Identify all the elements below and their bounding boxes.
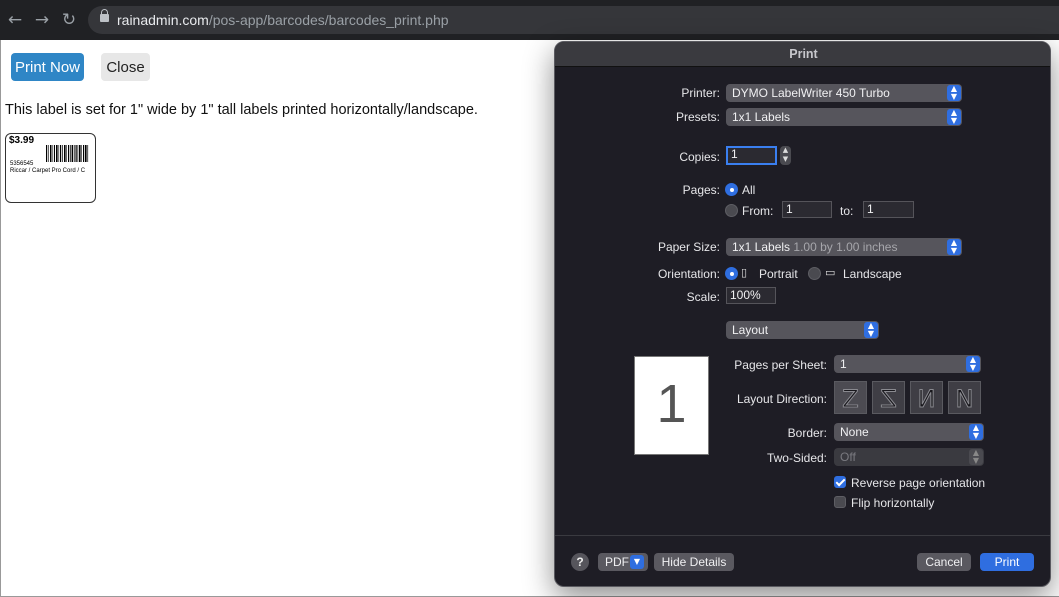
section-value: Layout [732,323,769,337]
preview-page-number: 1 [656,374,687,434]
layout-direction-reverse-n-button[interactable]: N [948,381,981,414]
presets-select[interactable]: 1x1 Labels ▲ ▼ [726,108,962,126]
layout-direction-reverse-z-button[interactable]: Z [872,381,905,414]
orientation-landscape-radio[interactable] [808,267,821,280]
pages-all-radio[interactable] [725,183,738,196]
copies-stepper[interactable]: ▲ ▼ [780,146,791,165]
print-dialog: Print Printer: DYMO LabelWriter 450 Turb… [554,41,1051,587]
two-sided-select[interactable]: Off ▲ ▼ [834,448,984,466]
portrait-icon: ▯ [741,266,748,279]
border-label: Border: [787,426,827,440]
pages-from-input[interactable]: 1 [782,201,832,218]
layout-z-icon: Z [842,385,859,414]
reverse-orientation-label: Reverse page orientation [851,476,986,490]
reverse-orientation-checkbox[interactable] [834,476,846,488]
pages-per-sheet-select[interactable]: 1 ▲ ▼ [834,355,981,373]
layout-reverse-n-icon: N [917,385,936,414]
printer-value: DYMO LabelWriter 450 Turbo [732,86,890,100]
printer-label: Printer: [681,86,720,100]
chevron-down-icon: ▼ [630,555,644,569]
pages-to-input[interactable]: 1 [863,201,914,218]
label-product-name: Riccar / Carpet Pro Cord / C [10,168,86,174]
flip-horizontally-label: Flip horizontally [851,496,935,510]
presets-value: 1x1 Labels [732,110,791,124]
pages-to-label: to: [840,204,854,218]
updown-chevron-icon: ▲ ▼ [969,424,983,440]
paper-size-select[interactable]: 1x1 Labels 1.00 by 1.00 inches ▲ ▼ [726,238,962,256]
url-text[interactable]: rainadmin.com/pos-app/barcodes/barcodes_… [117,12,449,28]
hide-details-button[interactable]: Hide Details [654,553,734,571]
dialog-titlebar: Print [555,42,1050,67]
close-button[interactable]: Close [101,53,150,81]
pages-per-sheet-value: 1 [840,357,847,371]
layout-direction-label: Layout Direction: [736,392,827,406]
pages-range-radio[interactable] [725,204,738,217]
layout-direction-n-button[interactable]: N [910,381,943,414]
browser-toolbar: ← → ↻ rainadmin.com/pos-app/barcodes/bar… [0,0,1059,40]
updown-chevron-icon: ▲ ▼ [969,449,983,465]
reload-icon[interactable]: ↻ [58,8,80,32]
url-domain: rainadmin.com [117,12,209,28]
print-now-button[interactable]: Print Now [11,53,84,81]
copies-input[interactable]: 1 [726,146,777,165]
section-select[interactable]: Layout ▲ ▼ [726,321,879,339]
forward-arrow-icon[interactable]: → [31,8,53,32]
layout-reverse-z-icon: Z [880,385,897,414]
pages-label: Pages: [682,183,720,197]
layout-n-icon: N [955,385,974,414]
orientation-landscape-label: Landscape [843,267,902,281]
pages-per-sheet-label: Pages per Sheet: [734,358,827,372]
pdf-label: PDF [605,555,629,569]
printer-select[interactable]: DYMO LabelWriter 450 Turbo ▲ ▼ [726,84,962,102]
url-path: /pos-app/barcodes/barcodes_print.php [208,12,449,28]
scale-input[interactable]: 100% [726,287,776,304]
updown-chevron-icon: ▲ ▼ [947,239,961,255]
orientation-label: Orientation: [657,267,720,281]
paper-size-value: 1x1 Labels [732,240,791,254]
copies-label: Copies: [679,150,720,164]
help-button[interactable]: ? [571,553,589,571]
page-preview: 1 [634,356,709,455]
border-select[interactable]: None ▲ ▼ [834,423,984,441]
border-value: None [840,425,869,439]
back-arrow-icon[interactable]: ← [4,8,26,32]
flip-horizontally-checkbox[interactable] [834,496,846,508]
footer-divider [555,535,1050,536]
print-button[interactable]: Print [980,553,1034,571]
paper-size-detail: 1.00 by 1.00 inches [793,240,898,254]
layout-direction-z-button[interactable]: Z [834,381,867,414]
updown-chevron-icon: ▲ ▼ [947,109,961,125]
two-sided-value: Off [840,450,856,464]
orientation-portrait-label: Portrait [759,267,798,281]
presets-label: Presets: [675,110,720,124]
orientation-portrait-radio[interactable] [725,267,738,280]
paper-size-label: Paper Size: [657,240,720,254]
landscape-icon: ▭ [825,266,836,279]
label-sku: 5356545 [10,161,34,167]
barcode-label: $3.99 5356545 Riccar / Carpet Pro Cord /… [5,133,96,203]
updown-chevron-icon: ▲ ▼ [966,356,980,372]
updown-chevron-icon: ▲ ▼ [947,85,961,101]
pages-all-label: All [742,183,756,197]
cancel-button[interactable]: Cancel [917,553,971,571]
two-sided-label: Two-Sided: [766,451,827,465]
label-description: This label is set for 1" wide by 1" tall… [5,102,478,118]
dialog-title: Print [789,47,818,61]
pdf-menu-button[interactable]: PDF ▼ [598,553,648,571]
barcode-image [46,145,89,162]
pages-from-label: From: [742,204,774,218]
lock-icon [100,9,109,22]
scale-label: Scale: [686,290,720,304]
updown-chevron-icon: ▲ ▼ [864,322,878,338]
